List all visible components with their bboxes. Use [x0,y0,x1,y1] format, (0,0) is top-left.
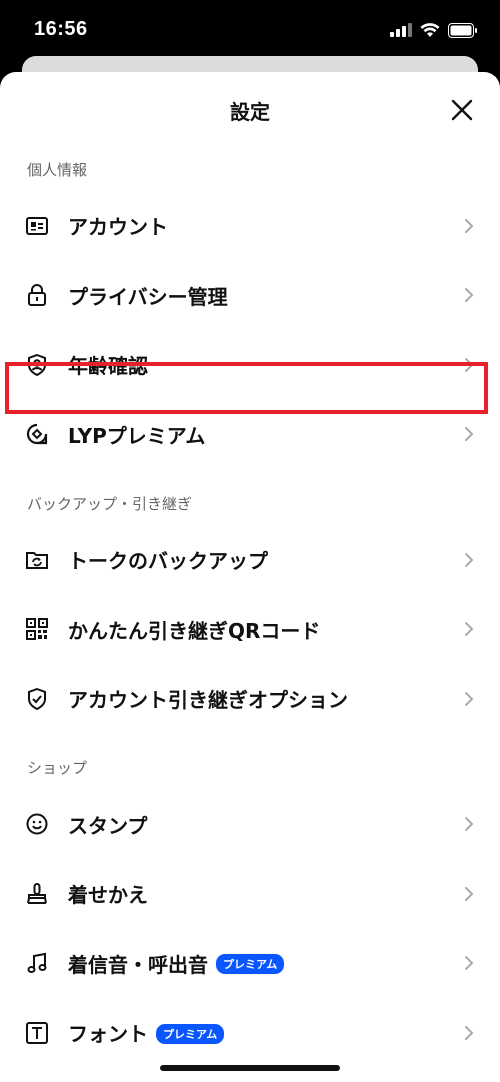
folder-sync-icon [26,549,48,571]
page-title: 設定 [230,100,270,124]
menu-label: 着信音・呼出音 プレミアム [68,949,285,978]
menu-item-stickers[interactable]: スタンプ [0,790,500,860]
font-icon [26,1021,48,1044]
section-header-shop: ショップ [27,759,88,777]
section-header-personal: 個人情報 [27,160,88,179]
home-indicator [160,1065,340,1071]
chevron-right-icon [465,817,474,832]
music-note-icon [26,952,48,974]
lyp-premium-icon [26,423,48,445]
sheet-header: 設定 [0,72,500,147]
chevron-right-icon [465,288,474,303]
menu-label: トークのバックアップ [68,549,268,574]
battery-icon [448,22,477,38]
menu-item-ringtones[interactable]: 着信音・呼出音 プレミアム [0,929,500,999]
menu-label: LYPプレミアム [68,423,206,448]
menu-label: 着せかえ [68,883,148,908]
smiley-icon [26,813,48,835]
menu-label: プライバシー管理 [68,284,228,309]
chevron-right-icon [465,218,474,233]
menu-item-fonts[interactable]: フォント プレミアム [0,998,500,1068]
id-card-icon [26,215,48,237]
chevron-right-icon [465,1025,474,1040]
shield-check-icon [26,687,48,710]
menu-item-qr-transfer[interactable]: かんたん引き継ぎQRコード [0,595,500,665]
section-header-backup: バックアップ・引き継ぎ [27,494,193,513]
status-bar: 16:56 [0,0,500,62]
premium-badge: プレミアム [156,1023,225,1044]
chevron-right-icon [465,427,474,442]
settings-sheet: 設定 個人情報 アカウント プライバシー管理 年齢確認 LYPプレミアム バック… [0,72,500,1082]
menu-label: アカウント [68,215,168,240]
menu-label-text: 着信音・呼出音 [68,952,208,977]
chevron-right-icon [465,552,474,567]
menu-item-themes[interactable]: 着せかえ [0,859,500,929]
lock-icon [26,284,48,307]
qr-code-icon [26,618,48,641]
close-icon [451,99,473,121]
chevron-right-icon [465,956,474,971]
status-time: 16:56 [34,18,88,40]
menu-label: アカウント引き継ぎオプション [68,688,348,713]
menu-label-text: フォント [68,1022,148,1047]
menu-item-privacy[interactable]: プライバシー管理 [0,261,500,331]
chevron-right-icon [465,691,474,706]
chevron-right-icon [465,886,474,901]
wifi-icon [420,22,440,37]
status-icons [390,20,478,40]
brush-icon [26,882,48,905]
menu-label: かんたん引き継ぎQRコード [68,618,321,643]
signal-icon [390,23,412,37]
premium-badge: プレミアム [216,954,285,975]
menu-item-talk-backup[interactable]: トークのバックアップ [0,525,500,595]
close-button[interactable] [448,96,476,124]
menu-label: フォント プレミアム [68,1018,225,1047]
highlight-box [5,362,488,414]
menu-item-transfer-options[interactable]: アカウント引き継ぎオプション [0,664,500,734]
menu-label: スタンプ [68,813,148,838]
chevron-right-icon [465,622,474,637]
menu-item-account[interactable]: アカウント [0,191,500,261]
